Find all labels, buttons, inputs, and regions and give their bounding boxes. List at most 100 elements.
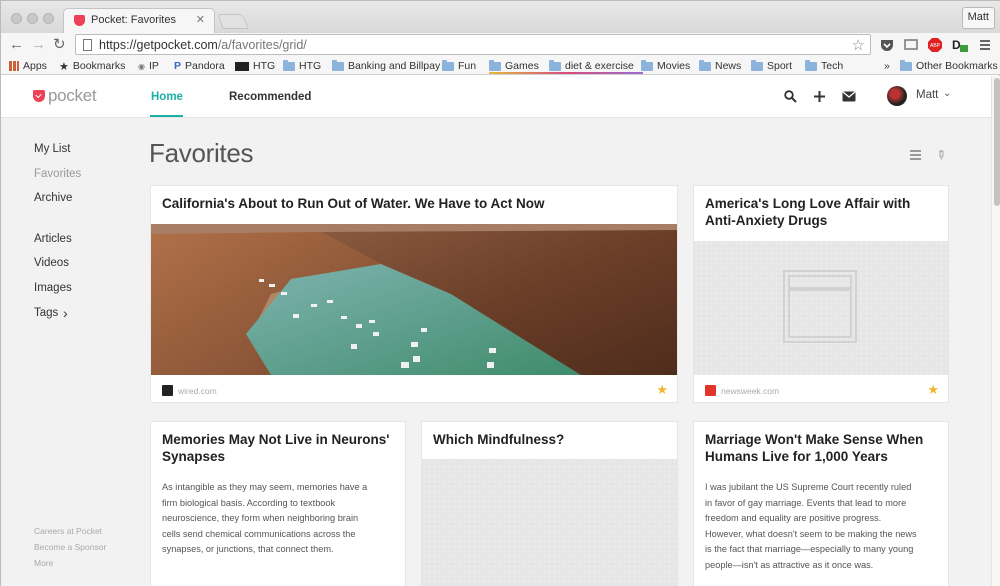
sidebar-item-my-list[interactable]: My List <box>34 143 70 155</box>
user-name[interactable]: Matt <box>916 89 938 101</box>
footer-sponsor-link[interactable]: Become a Sponsor <box>34 542 106 552</box>
bookmark-apps[interactable]: Apps <box>9 59 47 73</box>
browser-toolbar: ← → ↻ https://getpocket.com/a/favorites/… <box>1 33 1000 57</box>
bookmark-htg[interactable]: HTG <box>235 59 275 73</box>
bookmark-folder-news[interactable]: News <box>699 59 741 73</box>
sidebar-item-favorites[interactable]: Favorites <box>34 168 81 180</box>
minimize-window-button[interactable] <box>27 13 38 24</box>
image-placeholder[interactable] <box>422 459 677 586</box>
tag-icon[interactable]: ✎ <box>933 146 950 163</box>
scrollbar[interactable] <box>991 76 1000 586</box>
card-title[interactable]: Memories May Not Live in Neurons' Synaps… <box>162 431 394 465</box>
folder-icon <box>283 59 295 71</box>
globe-icon: ◉ <box>138 61 145 71</box>
excerpt-line: However, what doesn't seem to be making … <box>705 528 917 539</box>
excerpt-line: is the fact that marriage—especially to … <box>705 544 914 554</box>
card-title[interactable]: America's Long Love Affair with Anti-Anx… <box>705 195 937 229</box>
bookmark-folder-diet[interactable]: diet & exercise <box>549 59 634 73</box>
image-placeholder[interactable] <box>694 241 948 375</box>
decorative-underline <box>489 72 643 74</box>
extension-d-icon[interactable]: D <box>951 37 969 53</box>
pocket-favicon-icon <box>74 15 85 26</box>
url-text[interactable]: https://getpocket.com/a/favorites/grid/ <box>99 38 307 52</box>
close-window-button[interactable] <box>11 13 22 24</box>
pocket-header: pocket Home Recommended Matt ⌄ <box>1 76 991 118</box>
footer-more-link[interactable]: More <box>34 558 53 568</box>
bookmark-star-icon[interactable]: ☆ <box>852 36 865 54</box>
bookmark-pandora[interactable]: P Pandora <box>174 59 225 73</box>
sidebar-item-tags[interactable]: Tags <box>34 307 58 319</box>
card-source[interactable]: newsweek.com <box>721 386 779 396</box>
article-card[interactable]: California's About to Run Out of Water. … <box>150 185 678 403</box>
inbox-icon[interactable] <box>842 91 856 102</box>
bookmarks-overflow[interactable]: » <box>884 59 890 73</box>
chevron-right-icon[interactable]: › <box>63 305 68 321</box>
add-icon[interactable] <box>813 90 826 103</box>
bookmark-folder-banking[interactable]: Banking and Billpay <box>332 59 440 73</box>
browser-tab[interactable]: Pocket: Favorites ✕ <box>63 8 215 33</box>
close-tab-icon[interactable]: ✕ <box>196 13 205 26</box>
profile-button[interactable]: Matt <box>961 7 995 29</box>
folder-icon <box>805 59 817 71</box>
bookmark-folder-games[interactable]: Games <box>489 59 539 73</box>
sidebar-item-articles[interactable]: Articles <box>34 233 72 245</box>
chevron-down-icon[interactable]: ⌄ <box>943 88 951 99</box>
menu-icon[interactable] <box>978 37 992 53</box>
list-view-icon[interactable] <box>910 150 921 160</box>
favorite-star-icon[interactable]: ★ <box>656 382 668 398</box>
favorite-star-icon[interactable]: ★ <box>927 382 939 398</box>
reload-icon[interactable]: ↻ <box>53 36 66 54</box>
tab-strip: Pocket: Favorites ✕ Matt <box>1 1 1000 33</box>
sidebar-item-images[interactable]: Images <box>34 282 72 294</box>
bookmark-folder-sport[interactable]: Sport <box>751 59 792 73</box>
folder-icon <box>641 59 653 71</box>
footer-careers-link[interactable]: Careers at Pocket <box>34 526 102 536</box>
adblock-icon[interactable]: ABP <box>927 37 943 53</box>
cast-icon[interactable] <box>903 37 919 53</box>
svg-text:ABP: ABP <box>930 43 941 49</box>
forward-icon[interactable]: → <box>31 36 46 54</box>
apps-icon <box>9 61 19 71</box>
card-title[interactable]: California's About to Run Out of Water. … <box>162 195 666 212</box>
back-icon[interactable]: ← <box>9 36 24 54</box>
article-image[interactable] <box>151 224 677 375</box>
star-icon: ★ <box>59 60 69 73</box>
sidebar-item-videos[interactable]: Videos <box>34 257 69 269</box>
article-card[interactable]: America's Long Love Affair with Anti-Anx… <box>693 185 949 403</box>
sidebar-item-archive[interactable]: Archive <box>34 192 72 204</box>
excerpt-line: I was jubilant the US Supreme Court rece… <box>705 482 912 492</box>
bookmarks-bar: Apps ★ Bookmarks ◉ IP P Pandora HTG HTG Ban… <box>1 57 1000 75</box>
article-card[interactable]: Memories May Not Live in Neurons' Synaps… <box>150 421 406 586</box>
search-icon[interactable] <box>784 90 797 103</box>
reservoir-photo <box>151 224 677 375</box>
avatar[interactable] <box>887 86 907 106</box>
folder-icon <box>332 59 344 71</box>
folder-icon <box>900 59 912 71</box>
bookmark-folder-tech[interactable]: Tech <box>805 59 843 73</box>
card-source[interactable]: wired.com <box>178 386 217 396</box>
bookmark-folder-htg[interactable]: HTG <box>283 59 321 73</box>
bookmark-other-bookmarks[interactable]: Other Bookmarks <box>900 59 998 73</box>
excerpt-line: neuroscience, they form when neighboring… <box>162 513 359 523</box>
nav-home[interactable]: Home <box>151 91 183 103</box>
htg-icon <box>235 61 249 71</box>
excerpt-line: firm biological basis. According to text… <box>162 497 336 508</box>
article-card[interactable]: Marriage Won't Make Sense When Humans Li… <box>693 421 949 586</box>
zoom-window-button[interactable] <box>43 13 54 24</box>
bookmark-bookmarks[interactable]: ★ Bookmarks <box>59 59 125 73</box>
bookmark-folder-movies[interactable]: Movies <box>641 59 690 73</box>
card-excerpt: I was jubilant the US Supreme Court rece… <box>705 480 930 573</box>
pocket-logo-icon <box>33 90 45 102</box>
card-title[interactable]: Marriage Won't Make Sense When Humans Li… <box>705 431 937 465</box>
scroll-thumb[interactable] <box>994 78 1000 206</box>
new-tab-button[interactable] <box>217 14 249 29</box>
pocket-extension-icon[interactable] <box>879 37 895 53</box>
card-title[interactable]: Which Mindfulness? <box>433 431 666 448</box>
bookmark-ip[interactable]: ◉ IP <box>138 59 159 73</box>
bookmark-folder-fun[interactable]: Fun <box>442 59 476 73</box>
address-bar[interactable]: https://getpocket.com/a/favorites/grid/ … <box>75 34 871 55</box>
nav-recommended[interactable]: Recommended <box>229 91 311 103</box>
article-card[interactable]: Which Mindfulness? <box>421 421 678 586</box>
pocket-logo[interactable]: pocket <box>33 86 97 106</box>
folder-icon <box>549 59 561 71</box>
